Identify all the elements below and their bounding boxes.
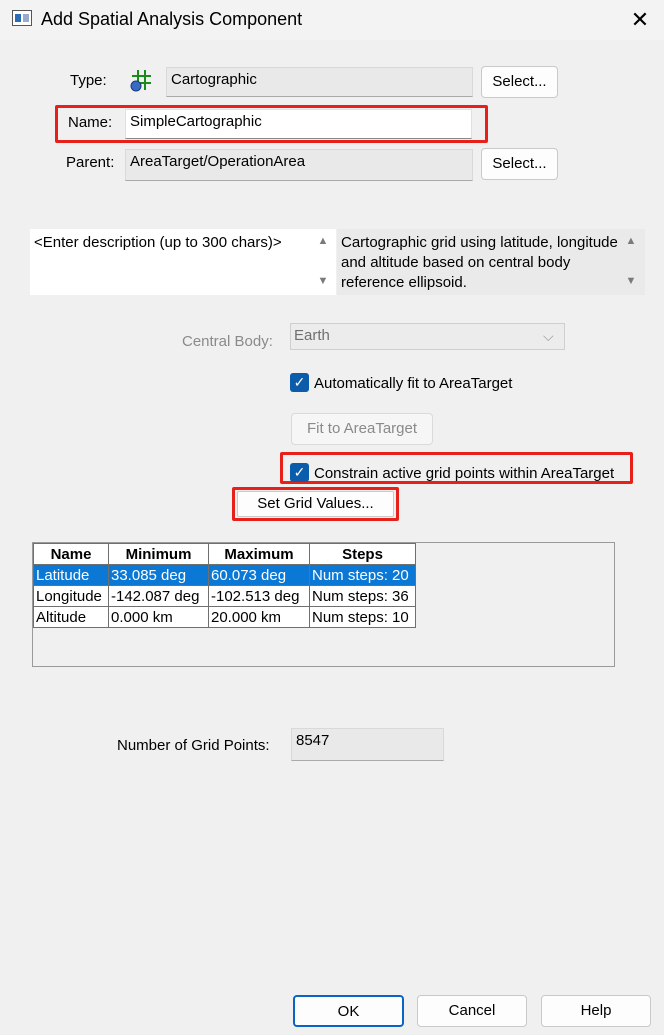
scroll-up-icon[interactable]: ▲ — [314, 235, 332, 247]
cancel-button[interactable]: Cancel — [417, 995, 527, 1027]
type-field: Cartographic — [166, 67, 473, 97]
central-body-value: Earth — [294, 327, 330, 344]
name-label: Name: — [68, 114, 113, 131]
parent-label: Parent: — [66, 154, 115, 171]
table-cell[interactable]: Num steps: 10 — [309, 606, 416, 628]
column-header[interactable]: Minimum — [108, 543, 209, 565]
table-cell[interactable]: Longitude — [33, 585, 109, 607]
constrain-checkbox[interactable]: ✓ — [290, 463, 309, 482]
central-body-label: Central Body: — [182, 333, 273, 350]
column-header[interactable]: Name — [33, 543, 109, 565]
auto-fit-label: Automatically fit to AreaTarget — [314, 375, 513, 392]
grid-points-label: Number of Grid Points: — [117, 737, 270, 754]
grid-points-value: 8547 — [291, 728, 444, 761]
table-cell[interactable]: Num steps: 20 — [309, 564, 416, 586]
type-description-text: Cartographic grid using latitude, longit… — [337, 229, 645, 295]
column-header[interactable]: Maximum — [208, 543, 310, 565]
window-title: Add Spatial Analysis Component — [41, 9, 303, 29]
set-grid-values-button[interactable]: Set Grid Values... — [237, 491, 394, 517]
fit-to-areatarget-button: Fit to AreaTarget — [291, 413, 433, 445]
chevron-down-icon: ⌵ — [543, 328, 554, 344]
grid-table: Name Minimum Maximum Steps Latitude 33.0… — [33, 543, 416, 628]
scroll-down-icon[interactable]: ▼ — [314, 275, 332, 287]
central-body-select: Earth — [290, 323, 565, 350]
ok-button[interactable]: OK — [293, 995, 404, 1027]
type-select-button[interactable]: Select... — [481, 66, 558, 98]
column-header[interactable]: Steps — [309, 543, 416, 565]
table-cell[interactable]: Num steps: 36 — [309, 585, 416, 607]
table-cell[interactable]: Latitude — [33, 564, 109, 586]
help-button[interactable]: Help — [541, 995, 651, 1027]
table-cell[interactable]: 60.073 deg — [208, 564, 310, 586]
scroll-up-icon[interactable]: ▲ — [622, 235, 640, 247]
close-icon[interactable]: ✕ — [626, 6, 654, 34]
table-row[interactable]: Longitude -142.087 deg -102.513 deg Num … — [33, 585, 416, 607]
app-icon — [12, 10, 32, 26]
grid-values-panel: Name Minimum Maximum Steps Latitude 33.0… — [32, 542, 615, 667]
table-row[interactable]: Latitude 33.085 deg 60.073 deg Num steps… — [33, 564, 416, 586]
table-cell[interactable]: Altitude — [33, 606, 109, 628]
table-cell[interactable]: 0.000 km — [108, 606, 209, 628]
auto-fit-checkbox[interactable]: ✓ — [290, 373, 309, 392]
parent-field: AreaTarget/OperationArea — [125, 149, 473, 181]
constrain-label: Constrain active grid points within Area… — [314, 465, 615, 482]
table-cell[interactable]: -142.087 deg — [108, 585, 209, 607]
table-cell[interactable]: 20.000 km — [208, 606, 310, 628]
parent-select-button[interactable]: Select... — [481, 148, 558, 180]
cartographic-grid-icon — [129, 68, 153, 92]
scroll-down-icon[interactable]: ▼ — [622, 275, 640, 287]
name-input[interactable]: SimpleCartographic — [125, 109, 472, 139]
user-description-input[interactable]: <Enter description (up to 300 chars)> — [30, 229, 336, 295]
table-cell[interactable]: 33.085 deg — [108, 564, 209, 586]
type-label: Type: — [70, 72, 107, 89]
table-cell[interactable]: -102.513 deg — [208, 585, 310, 607]
table-row[interactable]: Altitude 0.000 km 20.000 km Num steps: 1… — [33, 606, 416, 628]
